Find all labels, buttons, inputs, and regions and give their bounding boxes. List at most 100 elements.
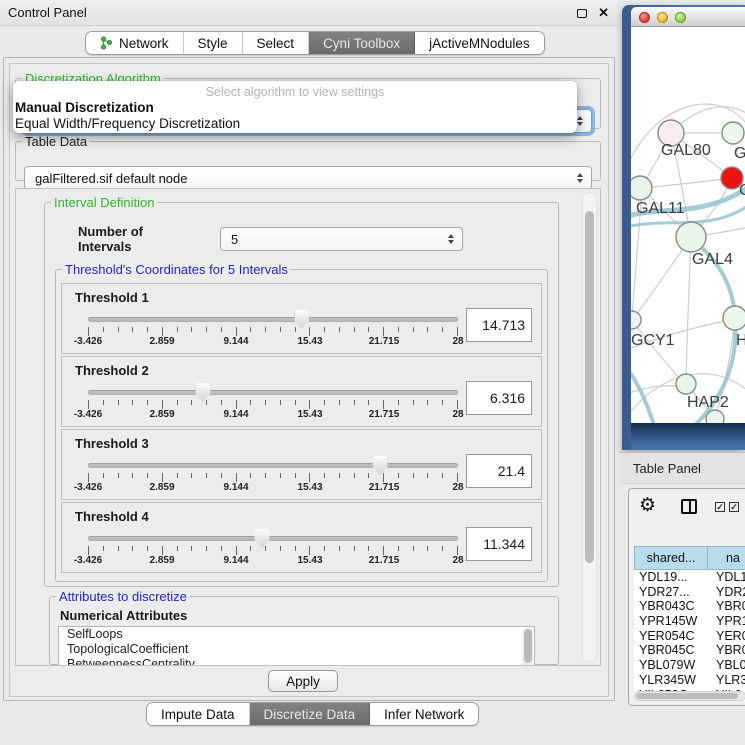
column-header-shared-name[interactable]: shared... <box>634 546 708 570</box>
network-node-gal4[interactable] <box>676 222 706 252</box>
tab-label: jActiveMNodules <box>429 36 530 51</box>
group-title: Threshold's Coordinates for 5 Intervals <box>62 262 291 277</box>
network-node-hap2[interactable] <box>676 374 696 394</box>
table-row[interactable]: YLR345WYLR3 <box>634 673 745 688</box>
network-node-gal11[interactable] <box>631 176 652 200</box>
tab-select[interactable]: Select <box>243 32 310 54</box>
table-row[interactable]: YBR045CYBR0 <box>634 643 745 658</box>
tab-impute-data[interactable]: Impute Data <box>147 703 250 725</box>
control-panel-titlebar: Control Panel ✕ <box>0 0 618 26</box>
tab-label: Discretize Data <box>264 707 356 722</box>
network-node-gcy1[interactable] <box>631 311 641 329</box>
network-window-bottom-frame <box>631 423 745 450</box>
slider-tick-labels: -3.4262.8599.14415.4321.71528 <box>88 409 458 421</box>
close-traffic-light-icon[interactable] <box>639 12 650 23</box>
algorithm-dropdown-popup: Select algorithm to view settingsManual … <box>13 81 577 133</box>
table-row[interactable]: YDR27...YDR2 <box>634 585 745 600</box>
tab-discretize-data[interactable]: Discretize Data <box>250 703 371 725</box>
network-icon <box>100 36 113 50</box>
scrollbar-thumb[interactable] <box>636 693 738 699</box>
number-of-intervals-label: Number of Intervals <box>78 224 200 254</box>
algorithm-option[interactable]: Manual Discretization <box>13 100 577 116</box>
node-label: C <box>739 182 745 199</box>
threshold-value-field[interactable]: 21.4 <box>466 454 532 488</box>
threshold-slider[interactable]: -3.4262.8599.14415.4321.71528 <box>84 524 466 568</box>
number-of-intervals-combobox[interactable]: 5 <box>220 227 463 251</box>
threshold-list: Threshold 1-3.4262.8599.14415.4321.71528… <box>61 283 542 575</box>
tab-infer-network[interactable]: Infer Network <box>370 703 478 725</box>
cell-name: YBR0 <box>708 643 745 658</box>
interval-definition-group: Interval Definition Number of Intervals … <box>44 195 559 587</box>
table-data-combobox[interactable]: galFiltered.sif default node <box>24 166 592 190</box>
tab-style[interactable]: Style <box>184 32 243 54</box>
table-row[interactable]: YBL079WYBL0 <box>634 658 745 673</box>
combo-value: galFiltered.sif default node <box>35 171 187 186</box>
float-window-icon[interactable] <box>577 9 587 18</box>
tab-network[interactable]: Network <box>86 32 184 54</box>
threshold-slider[interactable]: -3.4262.8599.14415.4321.71528 <box>84 305 466 349</box>
table-row[interactable]: YPR145WYPR1 <box>634 614 745 629</box>
apply-button[interactable]: Apply <box>268 670 338 692</box>
tab-label: Network <box>119 36 169 51</box>
list-scrollbar[interactable] <box>522 628 533 666</box>
threshold-slider[interactable]: -3.4262.8599.14415.4321.71528 <box>84 451 466 495</box>
tab-cyni-toolbox[interactable]: Cyni Toolbox <box>309 32 415 54</box>
tab-label: Cyni Toolbox <box>323 36 400 51</box>
node-label: GAL80 <box>661 142 711 159</box>
attribute-item[interactable]: TopologicalCoefficient <box>59 642 534 657</box>
split-columns-icon[interactable] <box>681 499 697 514</box>
cell-shared-name: YBR043C <box>634 599 708 614</box>
horizontal-scrollbar[interactable] <box>634 691 745 701</box>
threshold-value-field[interactable]: 11.344 <box>466 527 532 561</box>
algorithm-option[interactable]: Equal Width/Frequency Discretization <box>13 116 577 132</box>
group-title: Attributes to discretize <box>56 589 190 604</box>
slider-track <box>88 463 458 468</box>
network-node-ga[interactable] <box>722 122 744 144</box>
group-title: Interval Definition <box>51 195 157 210</box>
cell-name: YER0 <box>708 629 745 644</box>
network-node-h[interactable] <box>723 306 745 330</box>
checkbox-icon[interactable]: ✓ <box>729 502 739 512</box>
network-canvas[interactable]: GAL80GACGAL11GAL4GCY1HHAP2 <box>631 27 745 423</box>
combo-arrows-icon <box>448 234 454 244</box>
attribute-item[interactable]: SelfLoops <box>59 627 534 642</box>
table-row[interactable]: YER054CYER0 <box>634 629 745 644</box>
zoom-traffic-light-icon[interactable] <box>675 12 686 23</box>
table-body: YDL19...YDL1YDR27...YDR2YBR043CYBR0YPR14… <box>634 570 745 701</box>
threshold-row: -3.4262.8599.14415.4321.71528 6.316 <box>62 378 541 422</box>
column-header-name[interactable]: na <box>708 546 745 570</box>
cell-name: YDR2 <box>708 585 745 600</box>
attribute-item[interactable]: BetweennessCentrality <box>59 657 534 666</box>
checkbox-icon[interactable]: ✓ <box>715 502 725 512</box>
tab-jactivemnodules[interactable]: jActiveMNodules <box>415 32 544 54</box>
node-label: GAL4 <box>692 251 733 268</box>
slider-range: -3.4262.8599.14415.4321.71528 <box>88 524 458 568</box>
numerical-attributes-heading: Numerical Attributes <box>60 608 558 623</box>
minimize-traffic-light-icon[interactable] <box>657 12 668 23</box>
network-node[interactable] <box>706 410 724 423</box>
threshold-value-field[interactable]: 14.713 <box>466 308 532 342</box>
group-title: Table Data <box>22 134 90 149</box>
network-graph: GAL80GACGAL11GAL4GCY1HHAP2 <box>631 27 745 423</box>
numerical-attributes-list[interactable]: SelfLoopsTopologicalCoefficientBetweenne… <box>58 626 535 666</box>
gear-icon[interactable]: ⚙ <box>639 494 656 517</box>
cell-name: YBL0 <box>708 658 745 673</box>
tab-label: Style <box>198 36 228 51</box>
table-row[interactable]: YBR043CYBR0 <box>634 599 745 614</box>
panel-title: Control Panel <box>8 5 87 20</box>
combo-arrows-icon <box>577 116 583 126</box>
table-panel-bar: Table Panel <box>620 452 745 484</box>
threshold-panel: Threshold 2-3.4262.8599.14415.4321.71528… <box>61 356 542 427</box>
threshold-label: Threshold 1 <box>62 284 541 305</box>
threshold-slider[interactable]: -3.4262.8599.14415.4321.71528 <box>84 378 466 422</box>
node-label: GAL11 <box>636 200 685 217</box>
close-icon[interactable]: ✕ <box>598 5 609 21</box>
threshold-coordinates-group: Threshold's Coordinates for 5 Intervals … <box>55 262 548 582</box>
scrollbar-thumb[interactable] <box>585 211 594 563</box>
vertical-scrollbar[interactable] <box>582 192 597 662</box>
table-row[interactable]: YDL19...YDL1 <box>634 570 745 585</box>
threshold-value-field[interactable]: 6.316 <box>466 381 532 415</box>
combo-value: 5 <box>231 232 238 247</box>
slider-track <box>88 317 458 322</box>
cell-shared-name: YBL079W <box>634 658 708 673</box>
